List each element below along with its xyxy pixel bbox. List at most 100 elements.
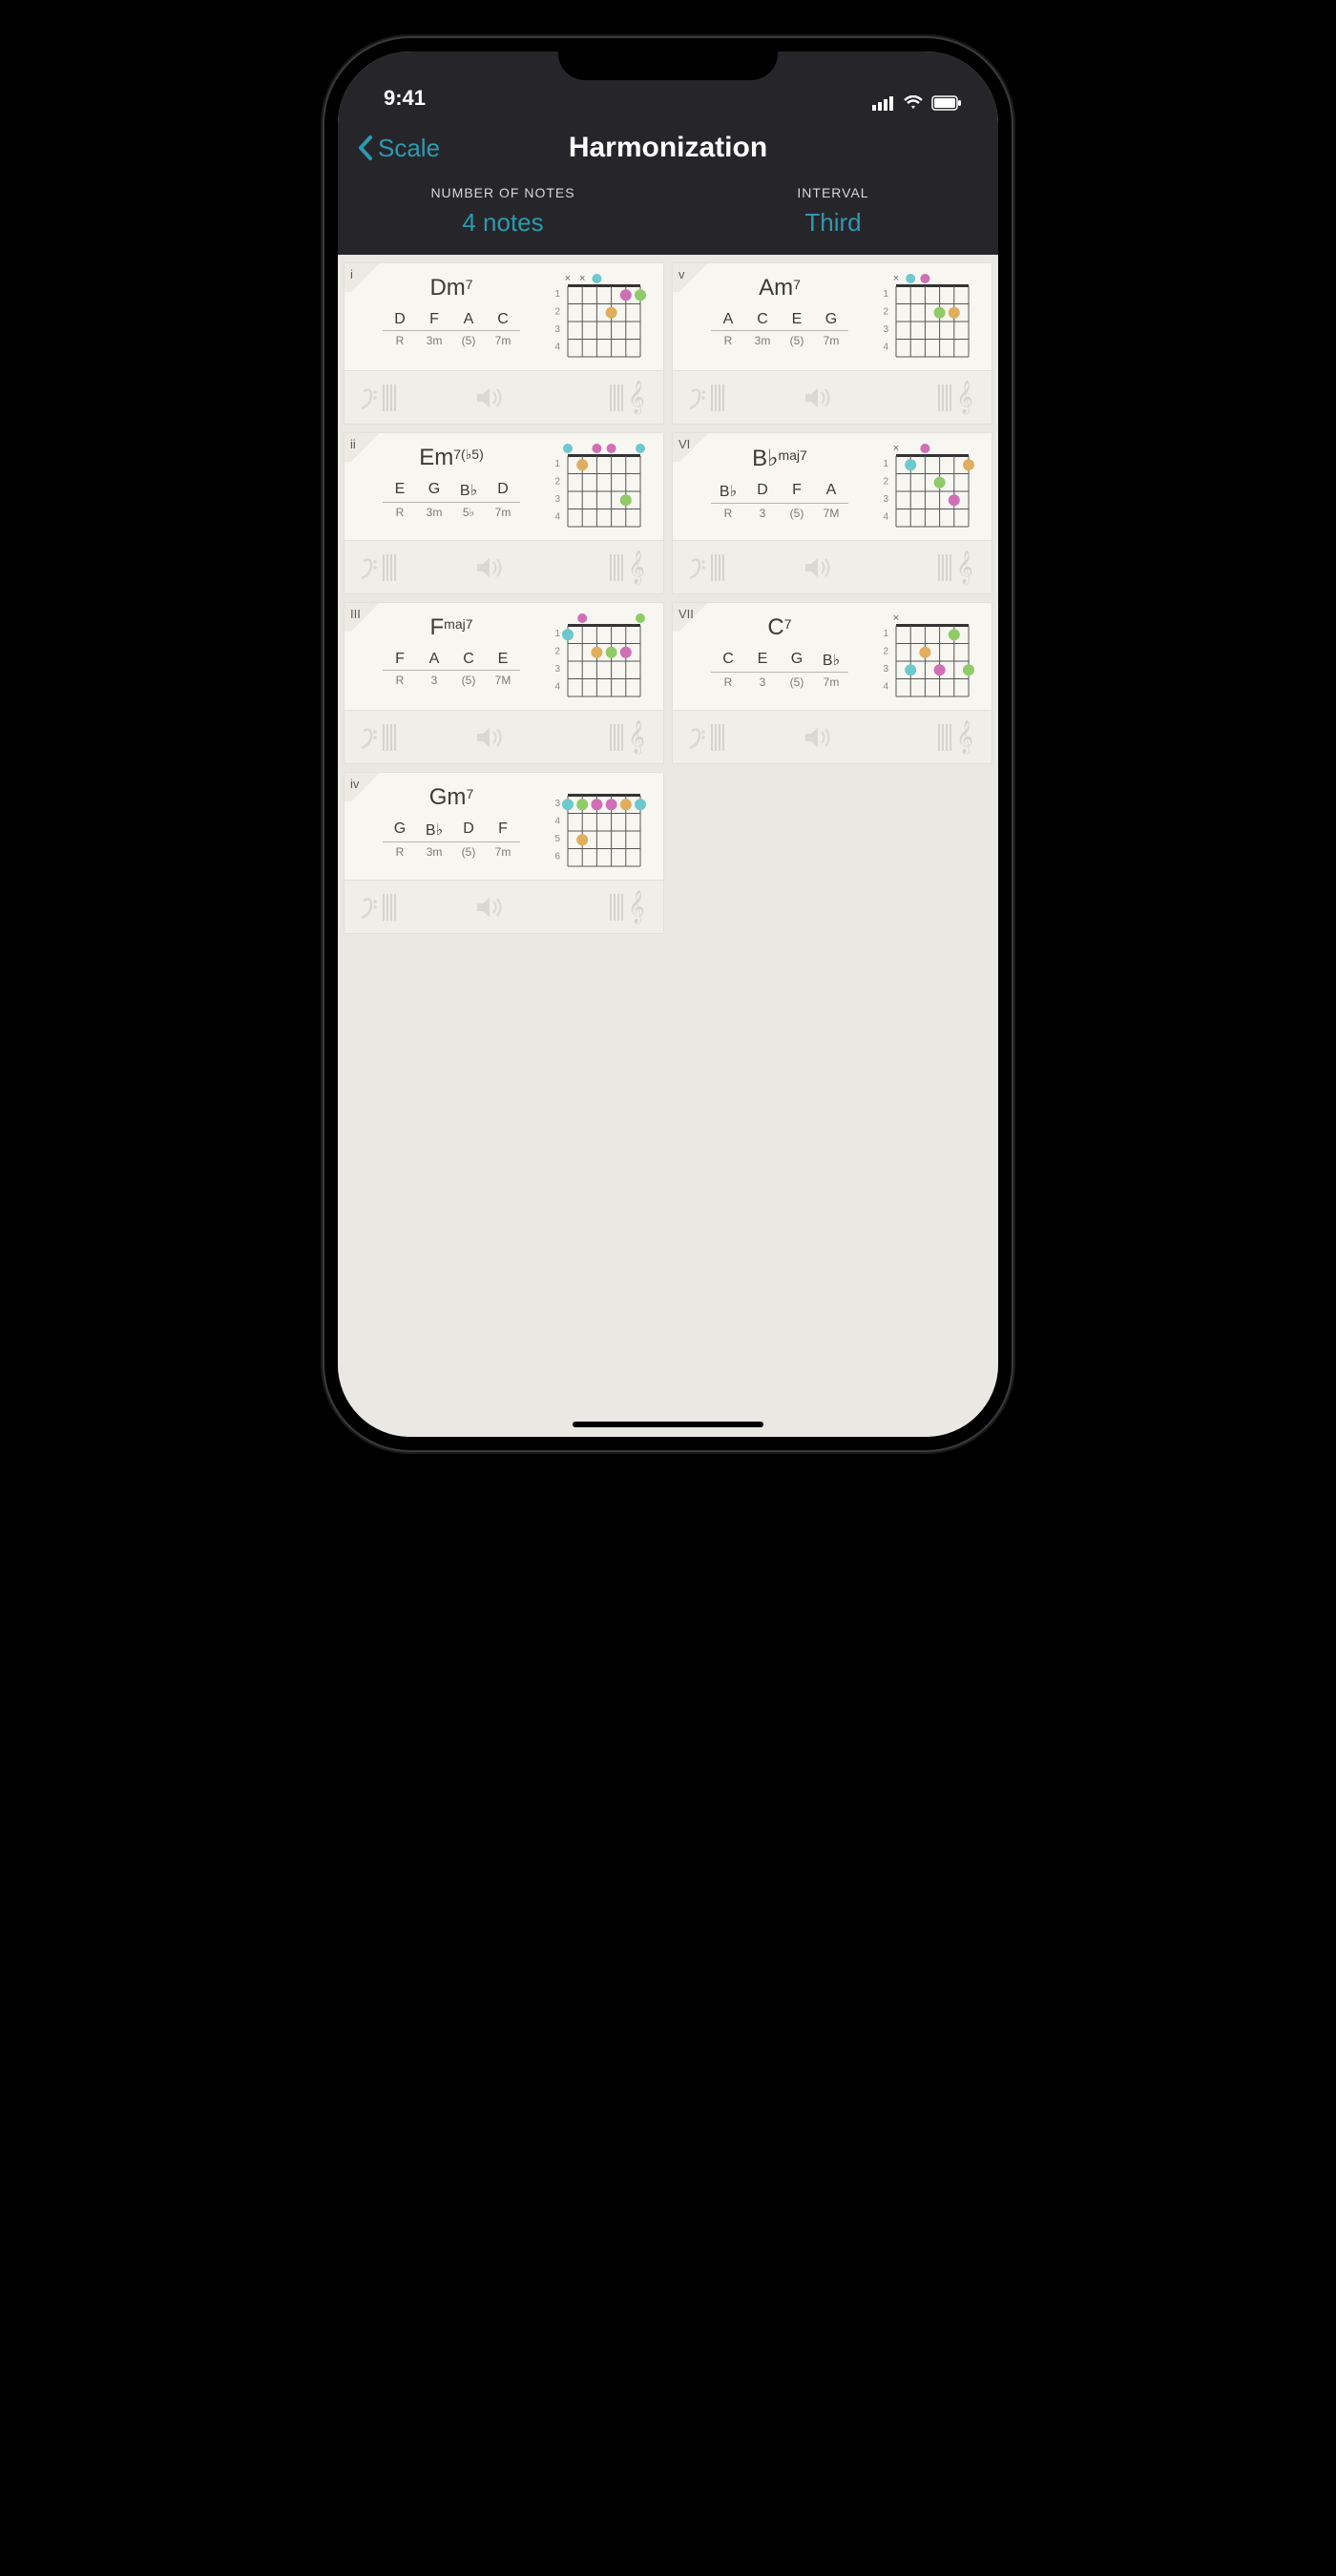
staff-lines [836,720,951,755]
back-label: Scale [378,134,440,163]
svg-text:4: 4 [554,343,560,353]
bass-clef-icon [358,381,473,415]
svg-text:×: × [893,443,899,454]
treble-clef-icon: 𝄞 [623,549,650,587]
treble-clef-icon: 𝄞 [951,379,978,417]
home-indicator[interactable] [573,1422,763,1427]
play-sound-button[interactable] [473,551,508,585]
chord-grid[interactable]: i Dm7 DFAC R3m(5)7m 1234×× 𝄞 v Am7 ACEG … [338,255,998,1437]
chord-interval: R [383,330,417,347]
chord-diagram: 1234 [551,609,656,704]
chord-note: G [780,651,814,672]
notes-selector-label: NUMBER OF NOTES [338,185,668,200]
chord-card[interactable]: i Dm7 DFAC R3m(5)7m 1234×× 𝄞 [344,262,664,425]
bass-clef-icon [686,720,802,755]
chord-interval: (5) [780,503,814,520]
chord-interval: 3m [417,502,451,519]
chord-interval: R [711,330,745,347]
chord-note: F [417,311,451,330]
svg-text:1: 1 [554,629,560,639]
svg-text:2: 2 [883,307,888,318]
interval-selector[interactable]: INTERVAL Third [668,185,998,238]
chord-note: C [486,311,520,330]
chord-card[interactable]: v Am7 ACEG R3m(5)7m 1234× 𝄞 [672,262,992,425]
chord-note: F [383,651,417,670]
chord-interval: (5) [451,841,486,859]
chevron-left-icon [357,135,374,161]
bass-clef-icon [358,551,473,585]
chord-card[interactable]: III Fmaj7 FACE R3(5)7M 1234 𝄞 [344,602,664,764]
svg-text:2: 2 [883,647,888,657]
svg-text:3: 3 [554,664,560,675]
svg-text:1: 1 [883,629,888,639]
svg-text:1: 1 [554,459,560,469]
play-sound-button[interactable] [473,720,508,755]
chord-card[interactable]: ii Em7(♭5) EGB♭D R3m5♭7m 1234 𝄞 [344,432,664,594]
screen: 9:41 Scale Harmonization NUMBER OF NOTES… [338,52,998,1437]
play-sound-button[interactable] [802,720,836,755]
chord-interval: R [383,502,417,519]
chord-interval: 3 [745,503,780,520]
svg-text:1: 1 [883,459,888,469]
svg-text:4: 4 [883,343,888,353]
chord-interval: 3m [417,330,451,347]
chord-note: D [745,482,780,503]
treble-clef-icon: 𝄞 [623,888,650,926]
degree-label: ii [344,433,386,462]
chord-note: B♭ [711,482,745,503]
chord-playback-bar: 𝄞 [344,540,663,593]
notes-selector-value: 4 notes [338,208,668,238]
chord-diagram: 1234× [879,269,984,364]
battery-icon [931,95,962,111]
chord-interval: (5) [451,330,486,347]
staff-lines [508,551,623,585]
chord-card[interactable]: iv Gm7 GB♭DF R3m(5)7m 3456 𝄞 [344,772,664,934]
chord-note: E [383,481,417,502]
play-sound-button[interactable] [802,381,836,415]
svg-text:3: 3 [883,664,888,675]
chord-interval: 5♭ [451,502,486,519]
chord-playback-bar: 𝄞 [673,710,992,763]
nav-bar: Scale Harmonization [338,118,998,177]
chord-card[interactable]: VI B♭maj7 B♭DFA R3(5)7M 1234× 𝄞 [672,432,992,594]
svg-text:2: 2 [554,307,560,318]
play-sound-button[interactable] [473,381,508,415]
play-sound-button[interactable] [473,890,508,924]
chord-playback-bar: 𝄞 [344,880,663,933]
chord-note: F [486,821,520,841]
interval-selector-value: Third [668,208,998,238]
treble-clef-icon: 𝄞 [951,549,978,587]
chord-note: D [486,481,520,502]
chord-playback-bar: 𝄞 [673,370,992,424]
chord-note: E [486,651,520,670]
notes-selector[interactable]: NUMBER OF NOTES 4 notes [338,185,668,238]
bass-clef-icon [686,551,802,585]
svg-text:×: × [893,273,899,284]
chord-interval: 7m [486,330,520,347]
degree-label: v [673,263,715,292]
chord-note: G [417,481,451,502]
chord-interval: 7m [814,672,848,689]
chord-card[interactable]: VII C7 CEGB♭ R3(5)7m 1234× 𝄞 [672,602,992,764]
staff-lines [836,381,951,415]
chord-note: A [417,651,451,670]
chord-interval: R [383,841,417,859]
staff-lines [836,551,951,585]
svg-text:2: 2 [554,647,560,657]
chord-interval: 7m [486,502,520,519]
play-sound-button[interactable] [802,551,836,585]
chord-note: F [780,482,814,503]
svg-text:5: 5 [554,834,560,844]
chord-note: E [780,311,814,330]
notch [558,38,778,80]
back-button[interactable]: Scale [357,134,440,163]
wifi-icon [903,95,924,111]
status-icons [872,95,962,111]
staff-lines [508,720,623,755]
chord-note: G [383,821,417,841]
chord-note: A [451,311,486,330]
svg-text:3: 3 [883,324,888,335]
page-title: Harmonization [569,132,767,164]
bass-clef-icon [358,720,473,755]
chord-interval: 7M [814,503,848,520]
